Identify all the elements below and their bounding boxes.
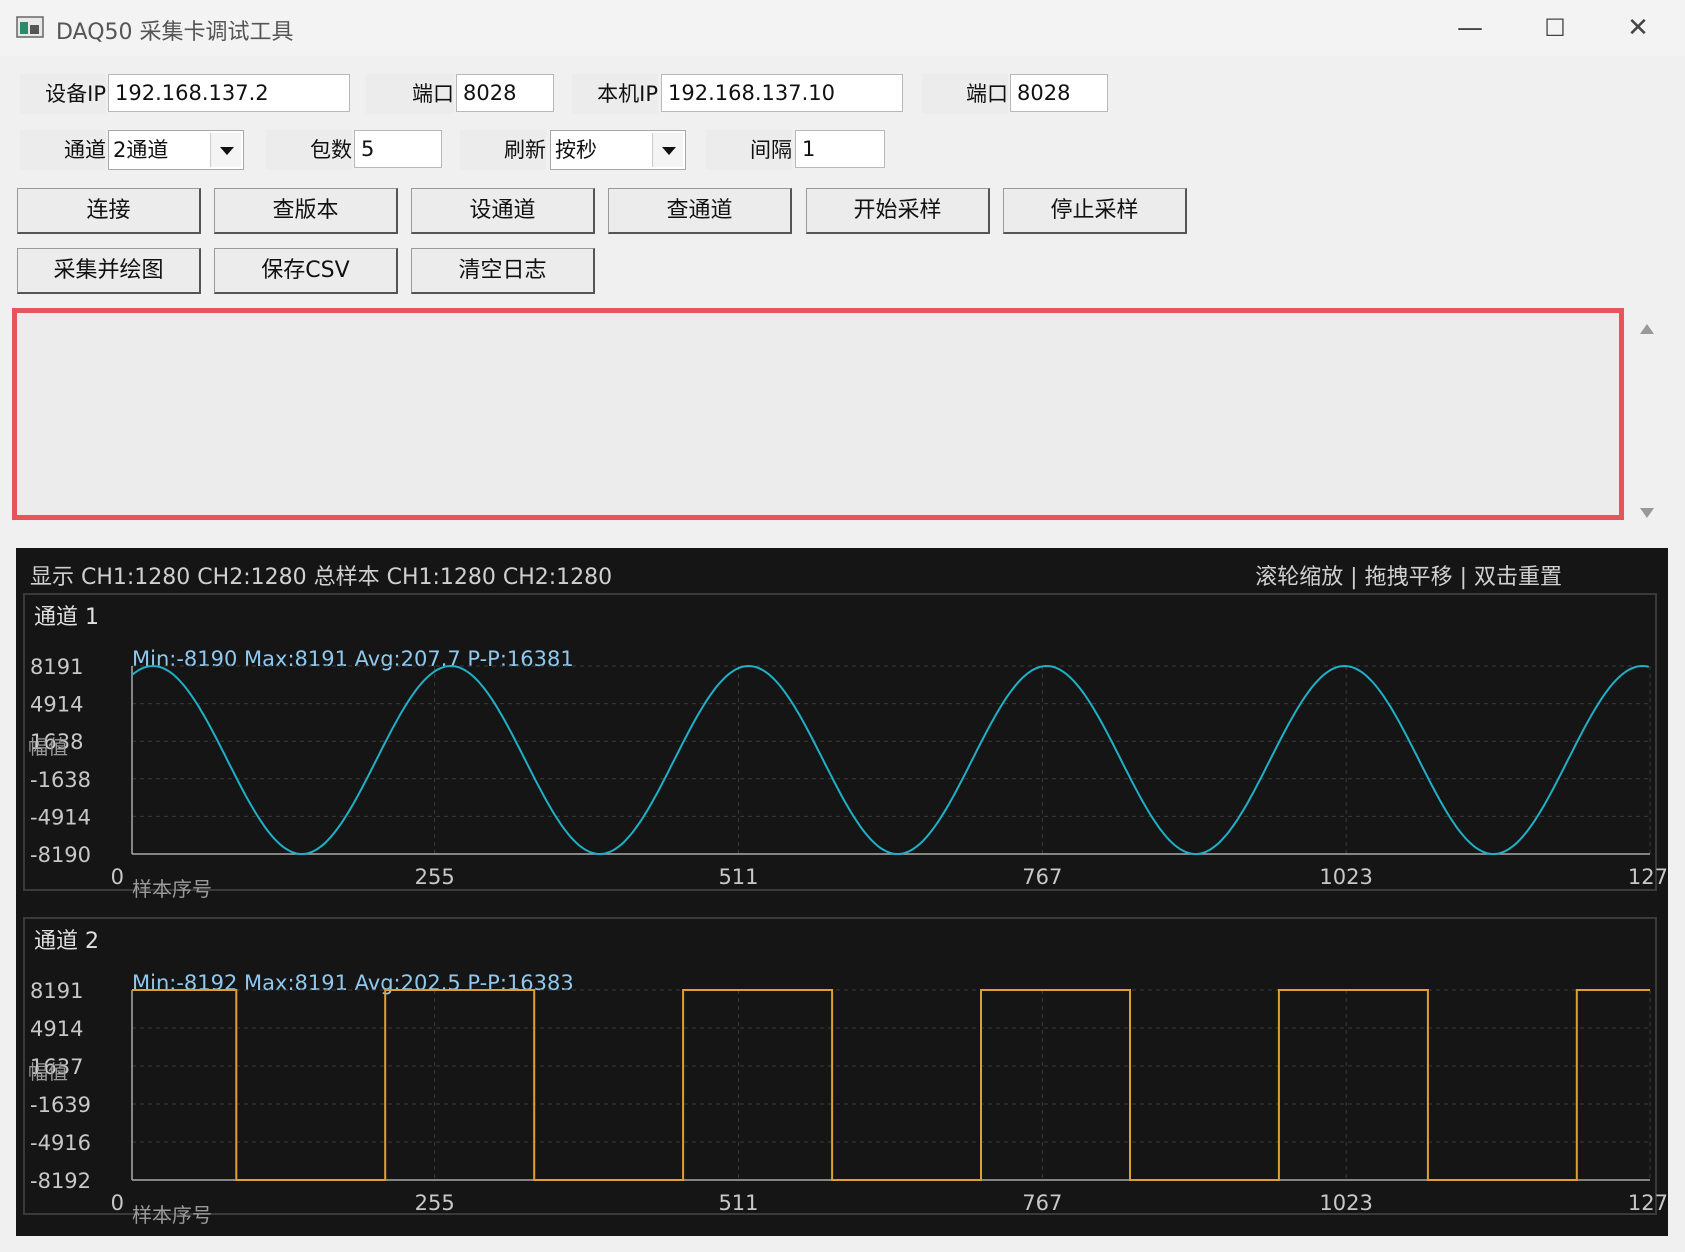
log-scrollbar[interactable] (1630, 310, 1664, 530)
scroll-up-icon[interactable] (1640, 324, 1654, 334)
x-tick-label: 511 (718, 1191, 758, 1215)
y-tick-label: -8190 (30, 843, 91, 867)
connect-button[interactable]: 连接 (17, 188, 201, 234)
channel-select[interactable]: 2通道 (108, 130, 244, 170)
y-tick-label: -8192 (30, 1169, 91, 1193)
refresh-select[interactable]: 按秒 (550, 130, 686, 170)
acquire-plot-button[interactable]: 采集并绘图 (17, 248, 201, 294)
check-channel-button[interactable]: 查通道 (608, 188, 792, 234)
interval-input[interactable]: 1 (795, 130, 885, 168)
x-tick-label: 767 (1022, 865, 1062, 889)
channel-label: 通道 (20, 130, 106, 170)
x-tick-label: 0 (111, 1191, 124, 1215)
y-tick-label: 8191 (30, 655, 83, 679)
x-tick-label: 1023 (1319, 865, 1372, 889)
title-bar: DAQ50 采集卡调试工具 — ☐ ✕ (0, 0, 1685, 56)
y-tick-label: -4914 (30, 805, 91, 829)
device-ip-input[interactable]: 192.168.137.2 (108, 74, 350, 112)
chevron-down-icon[interactable] (652, 133, 683, 167)
refresh-label: 刷新 (460, 130, 546, 170)
channel-1-chart: 通道 1 Min:-8190 Max:8191 Avg:207.7 P-P:163… (23, 593, 1668, 901)
chart-title: 通道 1 (34, 605, 99, 630)
series-line (132, 989, 1650, 1181)
chart-stats: Min:-8190 Max:8191 Avg:207.7 P-P:16381 (132, 647, 574, 671)
local-ip-input[interactable]: 192.168.137.10 (661, 74, 903, 112)
y-tick-label: 4914 (30, 1017, 83, 1041)
x-axis-label: 样本序号 (132, 877, 212, 901)
chevron-down-icon[interactable] (210, 133, 241, 167)
app-icon (16, 16, 44, 38)
y-axis-label: 幅值 (28, 735, 68, 759)
x-tick-label: 127 (1628, 865, 1668, 889)
check-version-button[interactable]: 查版本 (214, 188, 398, 234)
plot-area[interactable]: 显示 CH1:1280 CH2:1280 总样本 CH1:1280 CH2:12… (16, 548, 1668, 1236)
chart-title: 通道 2 (34, 929, 99, 954)
x-tick-label: 255 (415, 1191, 455, 1215)
x-tick-label: 0 (111, 865, 124, 889)
port-label-2: 端口 (922, 74, 1008, 114)
save-csv-button[interactable]: 保存CSV (214, 248, 398, 294)
chart-stats: Min:-8192 Max:8191 Avg:202.5 P-P:16383 (132, 971, 574, 995)
x-axis-label: 样本序号 (132, 1203, 212, 1227)
chart-panel-frame (23, 593, 1657, 891)
close-button[interactable]: ✕ (1618, 10, 1658, 46)
y-axis-label: 幅值 (28, 1060, 68, 1084)
scroll-down-icon[interactable] (1640, 508, 1654, 518)
plot-canvas[interactable]: 显示 CH1:1280 CH2:1280 总样本 CH1:1280 CH2:12… (16, 548, 1668, 1236)
app-window: DAQ50 采集卡调试工具 — ☐ ✕ 设备IP 192.168.137.2 端… (0, 0, 1685, 1252)
x-tick-label: 127 (1628, 1191, 1668, 1215)
x-tick-label: 767 (1022, 1191, 1062, 1215)
plot-status-text: 显示 CH1:1280 CH2:1280 总样本 CH1:1280 CH2:12… (30, 565, 612, 590)
port-input-1[interactable]: 8028 (456, 74, 554, 112)
window-title: DAQ50 采集卡调试工具 (56, 20, 294, 45)
local-ip-label: 本机IP (572, 74, 658, 114)
device-ip-label: 设备IP (20, 74, 106, 114)
x-tick-label: 511 (718, 865, 758, 889)
y-tick-label: -1638 (30, 768, 91, 792)
y-tick-label: 8191 (30, 979, 83, 1003)
maximize-button[interactable]: ☐ (1535, 10, 1575, 46)
packets-label: 包数 (266, 130, 352, 170)
plot-hint-text: 滚轮缩放 | 拖拽平移 | 双击重置 (1255, 565, 1562, 590)
y-tick-label: 4914 (30, 693, 83, 717)
clear-log-button[interactable]: 清空日志 (411, 248, 595, 294)
refresh-select-value: 按秒 (555, 138, 597, 162)
x-tick-label: 255 (415, 865, 455, 889)
set-channel-button[interactable]: 设通道 (411, 188, 595, 234)
y-tick-label: -4916 (30, 1131, 91, 1155)
port-label-1: 端口 (366, 74, 454, 114)
series-line (131, 664, 1650, 856)
minimize-button[interactable]: — (1450, 10, 1490, 46)
log-textarea[interactable] (12, 308, 1624, 520)
packets-input[interactable]: 5 (354, 130, 442, 168)
interval-label: 间隔 (706, 130, 792, 170)
x-tick-label: 1023 (1319, 1191, 1372, 1215)
channel-2-chart: 通道 2 Min:-8192 Max:8191 Avg:202.5 P-P:163… (23, 917, 1668, 1227)
start-sampling-button[interactable]: 开始采样 (806, 188, 990, 234)
stop-sampling-button[interactable]: 停止采样 (1003, 188, 1187, 234)
channel-select-value: 2通道 (113, 138, 169, 162)
port-input-2[interactable]: 8028 (1010, 74, 1108, 112)
y-tick-label: -1639 (30, 1093, 91, 1117)
